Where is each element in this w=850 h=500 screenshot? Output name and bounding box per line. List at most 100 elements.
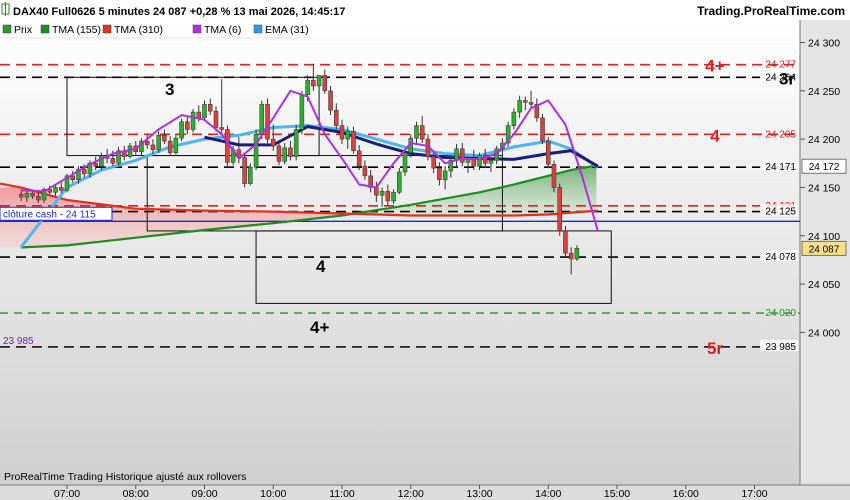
candle[interactable] <box>299 90 305 135</box>
candle[interactable] <box>179 118 184 142</box>
candle-body-down <box>339 125 345 140</box>
instrument-title: DAX40 Full0626 5 minutes 24 087 +0,28 % … <box>13 6 345 18</box>
candle-body-up <box>345 131 350 140</box>
candle-body-up <box>248 166 253 184</box>
candle-body-down <box>557 187 562 232</box>
x-tick-label: 07:00 <box>54 488 80 500</box>
candle-body-down <box>311 79 316 87</box>
candle[interactable] <box>551 160 557 193</box>
level-tag: 4+ <box>705 57 724 76</box>
legend-swatch <box>192 24 202 34</box>
candle-body-down <box>93 163 98 167</box>
candle-body-up <box>574 248 580 260</box>
candle[interactable] <box>242 153 247 188</box>
level-label: 24 171 <box>765 162 796 173</box>
candle-body-down <box>70 175 75 180</box>
candle[interactable] <box>557 183 562 236</box>
candle-body-down <box>568 252 574 260</box>
indicator-legend[interactable]: Prix TMA (155) TMA (310) TMA (6) EMA (31) <box>0 22 343 39</box>
y-tick-label: 24 150 <box>808 182 840 194</box>
candle[interactable] <box>545 137 551 169</box>
x-tick-label: 13:00 <box>466 488 492 500</box>
cash-close-label: clôture cash - 24 115 <box>3 209 96 220</box>
candle[interactable] <box>397 168 402 195</box>
candle-body-down <box>540 117 545 142</box>
candle-body-down <box>322 75 328 92</box>
candle-body-down <box>419 125 425 140</box>
candle[interactable] <box>253 129 259 171</box>
candle-body-down <box>288 147 293 157</box>
x-tick-label: 08:00 <box>123 488 149 500</box>
candle-body-down <box>81 168 87 175</box>
candle-body-up <box>414 125 419 139</box>
candle-body-up <box>202 104 207 119</box>
candle-body-down <box>110 158 116 164</box>
candle-body-down <box>167 140 173 153</box>
price-chart[interactable]: DAX40 Full0626 5 minutes 24 087 +0,28 % … <box>0 0 850 500</box>
y-tick-label: 24 050 <box>808 279 840 291</box>
candle-body-down <box>213 110 219 128</box>
candle[interactable] <box>540 114 545 144</box>
candle-body-down <box>207 104 213 112</box>
legend-swatch <box>40 24 50 34</box>
legend-swatch <box>2 24 12 34</box>
candle-body-up <box>179 121 184 139</box>
level-tag: 5r <box>707 339 723 358</box>
candle-body-up <box>24 192 30 198</box>
x-tick-label: 12:00 <box>398 488 424 500</box>
legend-item-tma-310[interactable]: TMA (310) <box>102 22 192 36</box>
y-tick-label: 24 000 <box>808 327 840 339</box>
candle[interactable] <box>293 124 299 161</box>
candle-body-up <box>397 171 402 193</box>
candle-body-up <box>293 129 299 157</box>
candle-body-down <box>30 192 35 197</box>
candle-body-up <box>511 111 517 126</box>
candle-body-down <box>328 90 333 111</box>
candle-body-down <box>563 230 568 254</box>
level-tag: 3r <box>779 69 795 88</box>
candle-body-down <box>431 156 436 169</box>
candle-body-up <box>454 148 459 161</box>
price-tag: 24 087 <box>809 244 840 255</box>
candle-body-down <box>265 104 270 140</box>
candle-body-up <box>190 111 196 130</box>
candle-body-down <box>351 131 356 151</box>
candle-body-down <box>523 100 528 103</box>
candle-body-down <box>460 148 465 163</box>
candle-body-down <box>150 144 156 151</box>
candle-body-up <box>259 104 265 135</box>
legend-item-ema-31[interactable]: EMA (31) <box>253 22 343 36</box>
price-tag: 24 172 <box>809 162 840 173</box>
candle-body-up <box>305 79 310 95</box>
candle-body-up <box>379 191 385 196</box>
candle-body-up <box>488 160 494 164</box>
x-tick-label: 17:00 <box>741 488 767 500</box>
candle[interactable] <box>265 98 270 143</box>
candle-body-down <box>59 187 64 191</box>
zone-label-4plus: 4+ <box>310 318 329 337</box>
legend-label: Prix <box>14 24 33 36</box>
candle-body-down <box>185 121 190 130</box>
zone-label-4: 4 <box>316 257 326 276</box>
candle-body-down <box>437 167 442 180</box>
legend-label: EMA (31) <box>265 24 309 36</box>
footer-note: ProRealTime Trading Historique ajusté au… <box>4 471 246 483</box>
zone-label-3: 3 <box>165 80 174 99</box>
candle-body-up <box>391 192 396 202</box>
candle-body-up <box>442 170 448 180</box>
candle-body-up <box>402 152 408 173</box>
candle-body-down <box>356 150 362 167</box>
level-label: 23 985 <box>765 342 796 353</box>
candle-body-down <box>270 138 276 147</box>
candle[interactable] <box>225 125 230 169</box>
x-tick-label: 10:00 <box>260 488 286 500</box>
candle[interactable] <box>563 226 568 258</box>
y-tick-label: 24 100 <box>808 231 840 243</box>
candle-body-down <box>276 145 282 162</box>
candle[interactable] <box>190 109 196 133</box>
candle-body-up <box>477 155 482 167</box>
candle-body-up <box>299 94 305 130</box>
candle-body-down <box>162 135 167 142</box>
candle-body-up <box>173 137 179 153</box>
candle-body-down <box>219 127 224 130</box>
